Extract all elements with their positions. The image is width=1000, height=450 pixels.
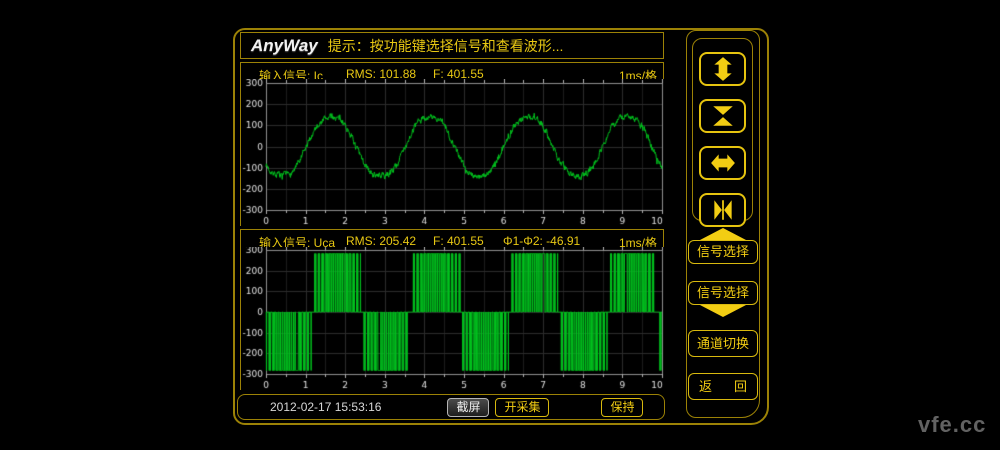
expand-vertical-icon — [710, 56, 736, 82]
compress-vertical-button[interactable] — [699, 99, 746, 133]
triangle-down-icon — [700, 305, 746, 317]
return-button[interactable]: 返 回 — [688, 373, 758, 400]
uca-waveform-chart — [241, 247, 665, 391]
start-acquisition-button[interactable]: 开采集 — [495, 398, 549, 417]
ic-waveform-chart — [241, 79, 665, 227]
return-label-right: 回 — [734, 374, 747, 399]
waveform-panel-uca: 输入信号: Uca RMS: 205.42 F: 401.55 Φ1-Φ2: -… — [240, 229, 664, 390]
signal-select-down-button[interactable]: 信号选择 — [688, 281, 758, 317]
timestamp: 2012-02-17 15:53:16 — [270, 400, 381, 414]
channel-switch-button[interactable]: 通道切换 — [688, 330, 758, 357]
screenshot-button[interactable]: 截屏 — [447, 398, 489, 417]
signal-select-up-button[interactable]: 信号选择 — [688, 228, 758, 264]
frequency-value: F: 401.55 — [433, 234, 484, 248]
triangle-up-icon — [700, 228, 746, 240]
status-bar: 2012-02-17 15:53:16 截屏 开采集 保持 — [237, 394, 665, 420]
header-bar: AnyWay 提示：按功能键选择信号和查看波形... — [240, 32, 664, 59]
sidebar: 信号选择 信号选择 通道切换 返 回 — [686, 30, 760, 418]
hint-text: 提示：按功能键选择信号和查看波形... — [328, 36, 564, 56]
signal-select-down-label: 信号选择 — [688, 281, 758, 305]
signal-select-up-label: 信号选择 — [688, 240, 758, 264]
anyway-logo: AnyWay — [251, 36, 318, 56]
expand-horizontal-icon — [710, 150, 736, 176]
compress-horizontal-icon — [710, 197, 736, 223]
hold-button[interactable]: 保持 — [601, 398, 643, 417]
compress-vertical-icon — [710, 103, 736, 129]
return-label-left: 返 — [699, 374, 712, 399]
watermark: vfe.cc — [918, 412, 986, 438]
zoom-button-group — [692, 38, 753, 221]
expand-horizontal-button[interactable] — [699, 146, 746, 180]
phase-value: Φ1-Φ2: -46.91 — [503, 234, 580, 248]
instrument-panel: AnyWay 提示：按功能键选择信号和查看波形... 输入信号: Ic RMS:… — [233, 28, 769, 425]
compress-horizontal-button[interactable] — [699, 193, 746, 227]
expand-vertical-button[interactable] — [699, 52, 746, 86]
waveform-panel-ic: 输入信号: Ic RMS: 101.88 F: 401.55 1ms/格 — [240, 62, 664, 226]
rms-value: RMS: 205.42 — [346, 234, 416, 248]
